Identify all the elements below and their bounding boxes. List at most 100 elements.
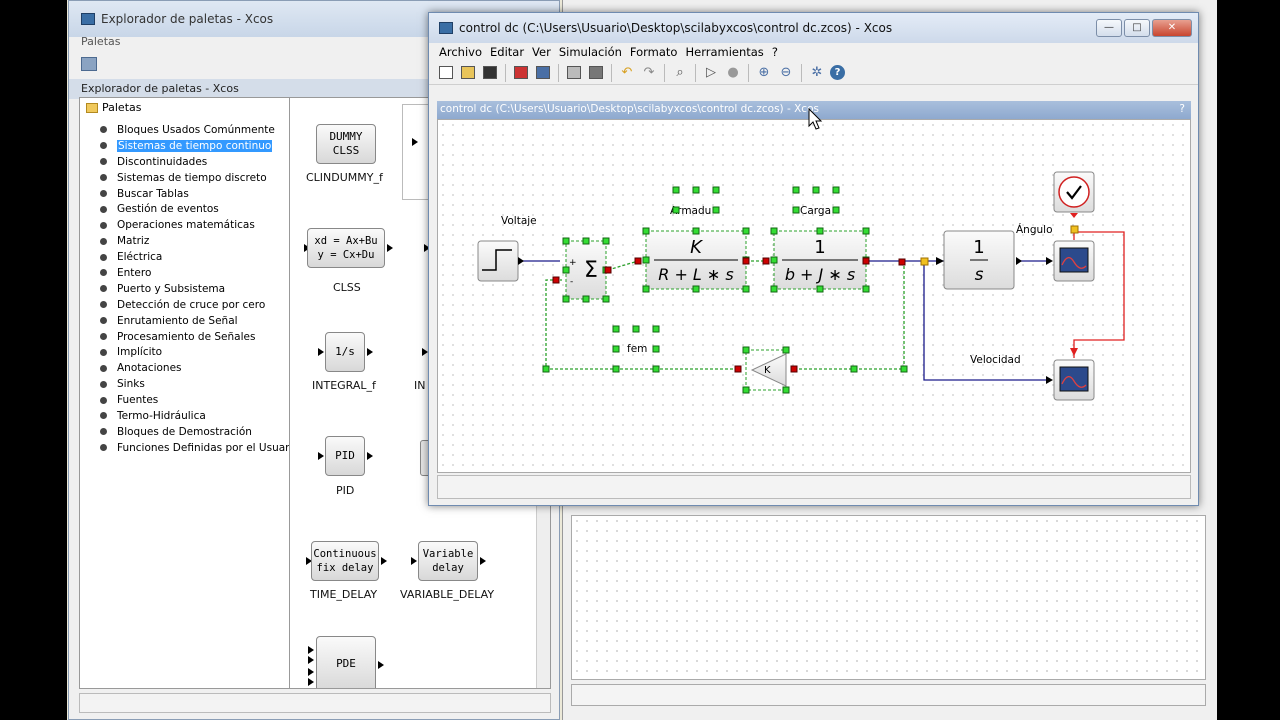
selection-handle[interactable]: [542, 365, 550, 373]
diagram-help-icon[interactable]: ?: [1179, 103, 1185, 115]
background-diagram-canvas[interactable]: [571, 515, 1206, 680]
close-button[interactable]: ✕: [1152, 19, 1192, 37]
palette-tree-item[interactable]: Procesamiento de Señales: [100, 329, 299, 345]
integral-block[interactable]: 1 s: [936, 230, 1022, 290]
selection-handle[interactable]: [582, 237, 590, 245]
selection-handle[interactable]: [692, 227, 700, 235]
selection-handle[interactable]: [770, 256, 778, 264]
selection-handle[interactable]: [672, 206, 680, 214]
clock-block[interactable]: [1053, 171, 1095, 218]
block-pde[interactable]: PDE: [316, 636, 376, 688]
export-icon[interactable]: [565, 64, 583, 82]
open-folder-icon[interactable]: [459, 64, 477, 82]
palette-tree-item[interactable]: Sistemas de tiempo discreto: [100, 170, 299, 186]
port-marker[interactable]: [862, 257, 870, 265]
redo-icon[interactable]: ↷: [640, 64, 658, 82]
selection-handle[interactable]: [642, 227, 650, 235]
port-marker[interactable]: [634, 257, 642, 265]
port-marker[interactable]: [790, 365, 798, 373]
palette-tree-item[interactable]: Fuentes: [100, 392, 299, 408]
menu-item[interactable]: ?: [772, 45, 778, 59]
palette-tree-item[interactable]: Buscar Tablas: [100, 186, 299, 202]
save-icon[interactable]: [512, 64, 530, 82]
selection-handle[interactable]: [562, 237, 570, 245]
selection-handle[interactable]: [582, 295, 590, 303]
menu-item[interactable]: Herramientas: [685, 45, 763, 59]
selection-handle[interactable]: [742, 285, 750, 293]
link-sum-to-armadura[interactable]: [607, 260, 639, 271]
fit-diagram-icon[interactable]: ⌕: [671, 64, 689, 82]
selection-handle[interactable]: [742, 346, 750, 354]
block-time-delay[interactable]: Continuous fix delay: [311, 541, 379, 581]
port-marker[interactable]: [604, 266, 612, 274]
selection-handle[interactable]: [632, 325, 640, 333]
block-integral[interactable]: 1/s: [325, 332, 365, 372]
stop-simulation-icon[interactable]: ●: [724, 64, 742, 82]
menu-item[interactable]: Editar: [490, 45, 524, 59]
selection-handle[interactable]: [832, 206, 840, 214]
port-marker[interactable]: [742, 257, 750, 265]
selection-handle[interactable]: [642, 285, 650, 293]
undo-icon[interactable]: ↶: [618, 64, 636, 82]
menu-paletas[interactable]: Paletas: [81, 35, 121, 48]
diagram-canvas[interactable]: Voltaje Σ + - K R + L ∗ s Armadu 1 b + J…: [437, 119, 1191, 473]
palette-tree-item[interactable]: Discontinuidades: [100, 154, 299, 170]
menu-item[interactable]: Archivo: [439, 45, 482, 59]
velocity-scope-block[interactable]: [1046, 348, 1095, 401]
selection-handle[interactable]: [692, 186, 700, 194]
selection-handle[interactable]: [672, 186, 680, 194]
palette-tree-item[interactable]: Entero: [100, 265, 299, 281]
selection-handle[interactable]: [642, 256, 650, 264]
block-dummy[interactable]: DUMMY CLSS: [316, 124, 376, 164]
menu-item[interactable]: Formato: [630, 45, 678, 59]
load-palette-icon[interactable]: [81, 57, 97, 71]
block-clss[interactable]: xd = Ax+Bu y = Cx+Du: [307, 228, 385, 268]
carga-transfer-function[interactable]: 1 b + J ∗ s: [773, 230, 867, 290]
maximize-button[interactable]: □: [1124, 19, 1150, 37]
block-variable-delay[interactable]: Variable delay: [418, 541, 478, 581]
save-as-icon[interactable]: [534, 64, 552, 82]
selection-handle[interactable]: [742, 386, 750, 394]
selection-handle[interactable]: [782, 346, 790, 354]
selection-handle[interactable]: [652, 345, 660, 353]
selection-handle[interactable]: [562, 295, 570, 303]
selection-handle[interactable]: [862, 227, 870, 235]
palette-tree-item[interactable]: Bloques de Demostración: [100, 424, 299, 440]
selection-handle[interactable]: [612, 325, 620, 333]
minimize-button[interactable]: —: [1096, 19, 1122, 37]
selection-handle[interactable]: [692, 285, 700, 293]
selection-handle[interactable]: [602, 295, 610, 303]
palette-tree-item[interactable]: Puerto y Subsistema: [100, 281, 299, 297]
step-block[interactable]: [477, 240, 524, 282]
angle-scope-block[interactable]: [1046, 225, 1095, 282]
palette-tree-item[interactable]: Sinks: [100, 376, 299, 392]
selection-handle[interactable]: [742, 227, 750, 235]
tree-root[interactable]: Paletas: [86, 101, 142, 114]
menu-item[interactable]: Ver: [532, 45, 551, 59]
palette-tree-item[interactable]: Matriz: [100, 233, 299, 249]
selection-handle[interactable]: [816, 227, 824, 235]
palette-tree-item[interactable]: Gestión de eventos: [100, 201, 299, 217]
print-icon[interactable]: [587, 64, 605, 82]
selection-handle[interactable]: [652, 325, 660, 333]
selection-handle[interactable]: [792, 186, 800, 194]
zoom-in-icon[interactable]: ⊕: [755, 64, 773, 82]
selection-handle[interactable]: [612, 345, 620, 353]
palette-tree-item[interactable]: Funciones Definidas por el Usuario: [100, 440, 299, 456]
new-file-icon[interactable]: [437, 64, 455, 82]
palette-tree-item[interactable]: Enrutamiento de Señal: [100, 313, 299, 329]
palette-tree-item[interactable]: Termo-Hidráulica: [100, 408, 299, 424]
port-marker[interactable]: [762, 257, 770, 265]
open-in-scilab-icon[interactable]: [481, 64, 499, 82]
selection-handle[interactable]: [812, 186, 820, 194]
selection-handle[interactable]: [712, 186, 720, 194]
port-marker[interactable]: [552, 276, 560, 284]
selection-handle[interactable]: [652, 365, 660, 373]
selection-handle[interactable]: [862, 285, 870, 293]
palette-tree-item[interactable]: Implícito: [100, 344, 299, 360]
selection-handle[interactable]: [816, 285, 824, 293]
selection-handle[interactable]: [782, 386, 790, 394]
selection-handle[interactable]: [602, 237, 610, 245]
block-pid[interactable]: PID: [325, 436, 365, 476]
selection-handle[interactable]: [850, 365, 858, 373]
